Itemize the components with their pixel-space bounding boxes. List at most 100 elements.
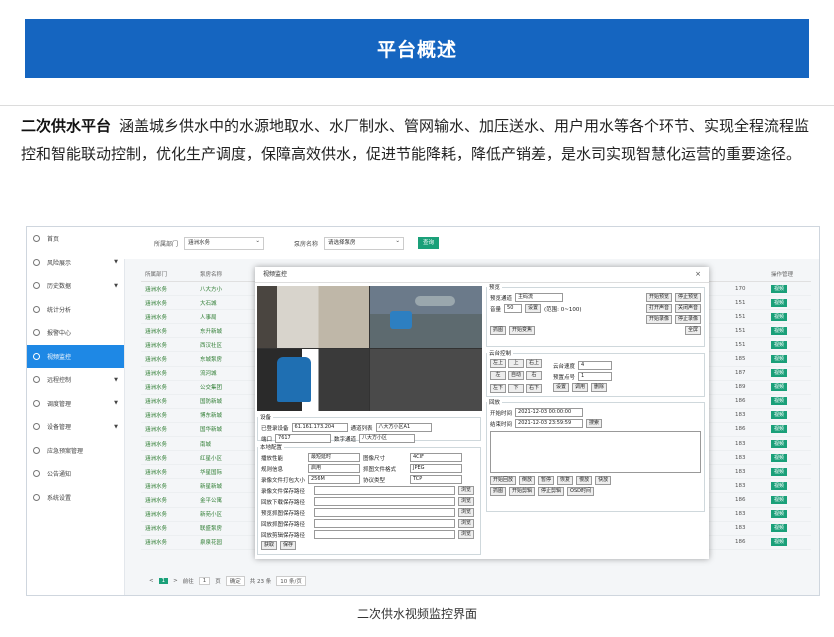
config-select[interactable]: 最短延时 — [308, 453, 360, 462]
search-button[interactable]: 搜索 — [586, 419, 603, 428]
digital-channel-select[interactable]: 八大方小区 — [359, 434, 416, 443]
browse-button[interactable]: 浏览 — [458, 530, 475, 539]
preset-input[interactable]: 1 — [578, 372, 613, 381]
end-time-input[interactable]: 2021-12-03 23:59:59 — [515, 419, 584, 428]
sidebar-item[interactable]: 远程控制 ▼ — [27, 368, 124, 392]
preset-set-button[interactable]: 设置 — [553, 383, 570, 392]
reverse-button[interactable]: 倒放 — [519, 476, 536, 485]
video-button[interactable]: 视频 — [771, 355, 788, 364]
pager-prev[interactable]: < — [149, 578, 154, 584]
pager-next[interactable]: > — [173, 578, 178, 584]
sidebar-item[interactable]: 公告通知 — [27, 462, 124, 486]
stop-preview-button[interactable]: 停止预览 — [674, 293, 701, 302]
start-clip-button[interactable]: 开始剪辑 — [509, 487, 536, 496]
resume-button[interactable]: 恢复 — [557, 476, 574, 485]
slow-button[interactable]: 慢放 — [576, 476, 593, 485]
playback-capture-button[interactable]: 抓图 — [490, 487, 507, 496]
query-button[interactable]: 查询 — [418, 237, 440, 249]
ptz-button[interactable]: 左下 — [490, 383, 506, 393]
config-select[interactable]: 启用 — [308, 464, 360, 473]
ptz-button[interactable]: 右上 — [526, 359, 542, 368]
video-button[interactable]: 视频 — [771, 495, 788, 504]
video-pane-2[interactable] — [370, 286, 482, 348]
browse-button[interactable]: 浏览 — [458, 497, 475, 506]
video-pane-4[interactable] — [370, 349, 482, 411]
stop-clip-button[interactable]: 停止剪辑 — [538, 487, 565, 496]
video-button[interactable]: 视频 — [771, 481, 788, 490]
close-icon[interactable]: × — [695, 270, 701, 278]
sidebar-item[interactable]: 调度管理 ▼ — [27, 392, 124, 416]
ptz-button[interactable]: 右 — [526, 371, 542, 381]
browse-button[interactable]: 浏览 — [458, 519, 475, 528]
ptz-speed-select[interactable]: 4 — [578, 361, 613, 370]
video-button[interactable]: 视频 — [771, 397, 788, 406]
start-record-button[interactable]: 开始录像 — [645, 315, 672, 324]
video-button[interactable]: 视频 — [771, 411, 788, 420]
browse-button[interactable]: 浏览 — [458, 508, 475, 517]
config-select[interactable]: 4CIF — [410, 453, 462, 462]
filter-pump-select[interactable]: 请选择泵房 — [324, 236, 405, 250]
zoom-button[interactable]: 开始变焦 — [509, 326, 536, 335]
volume-input[interactable]: 50 — [504, 304, 523, 313]
video-button[interactable]: 视频 — [771, 439, 788, 448]
sidebar-item[interactable]: 应急预案管理 — [27, 439, 124, 463]
device-ip-select[interactable]: 61.161.173.204 — [291, 423, 348, 432]
filter-dept-select[interactable]: 涵洲水务 — [184, 236, 265, 250]
preset-delete-button[interactable]: 删除 — [591, 383, 608, 392]
video-button[interactable]: 视频 — [771, 326, 788, 335]
open-sound-button[interactable]: 打开声音 — [645, 304, 672, 313]
video-button[interactable]: 视频 — [771, 383, 788, 392]
playback-list[interactable] — [490, 431, 701, 473]
video-button[interactable]: 视频 — [771, 369, 788, 378]
sidebar-item[interactable]: 风险展示 ▼ — [27, 251, 124, 275]
video-button[interactable]: 视频 — [771, 510, 788, 519]
pager-confirm[interactable]: 确定 — [225, 576, 245, 586]
capture-button[interactable]: 抓图 — [490, 326, 507, 335]
sidebar-item[interactable]: 统计分析 — [27, 298, 124, 322]
path-input[interactable] — [314, 486, 455, 495]
video-button[interactable]: 视频 — [771, 340, 788, 349]
video-button[interactable]: 视频 — [771, 425, 788, 434]
config-select[interactable]: TCP — [410, 475, 462, 484]
video-button[interactable]: 视频 — [771, 312, 788, 321]
preset-call-button[interactable]: 调用 — [572, 383, 589, 392]
sidebar-item[interactable]: 首页 — [27, 227, 124, 251]
sidebar-item[interactable]: 视频监控 — [27, 344, 124, 368]
ptz-button[interactable]: 下 — [508, 383, 524, 393]
video-button[interactable]: 视频 — [771, 453, 788, 462]
osd-time-button[interactable]: OSD时间 — [567, 487, 595, 496]
config-select[interactable]: 256M — [308, 475, 360, 484]
channel-select[interactable]: 八大方小区A1 — [375, 423, 432, 432]
stream-select[interactable]: 主码流 — [515, 293, 564, 302]
path-input[interactable] — [314, 530, 455, 539]
pager-size[interactable]: 10 条/页 — [276, 576, 306, 586]
config-select[interactable]: JPEG — [410, 464, 462, 473]
port-select[interactable]: 7617 — [275, 434, 332, 443]
path-input[interactable] — [314, 497, 455, 506]
video-button[interactable]: 视频 — [771, 298, 788, 307]
fast-button[interactable]: 快放 — [595, 476, 612, 485]
video-pane-1[interactable] — [257, 286, 369, 348]
start-time-input[interactable]: 2021-12-03 00:00:00 — [515, 408, 584, 417]
stop-record-button[interactable]: 停止录像 — [674, 315, 701, 324]
path-input[interactable] — [314, 508, 455, 517]
pager-input[interactable]: 1 — [198, 577, 211, 585]
video-button[interactable]: 视频 — [771, 538, 788, 547]
video-button[interactable]: 视频 — [771, 524, 788, 533]
save-config-button[interactable]: 保存 — [280, 541, 297, 550]
sidebar-item[interactable]: 历史数据 ▼ — [27, 274, 124, 298]
get-config-button[interactable]: 获取 — [261, 541, 278, 550]
start-playback-button[interactable]: 开始回放 — [490, 476, 517, 485]
sidebar-item[interactable]: 系统设置 — [27, 486, 124, 510]
video-button[interactable]: 视频 — [771, 467, 788, 476]
ptz-button[interactable]: 上 — [508, 359, 524, 368]
ptz-button[interactable]: 左上 — [490, 359, 506, 368]
ptz-button[interactable]: 自动 — [508, 371, 524, 381]
fullscreen-button[interactable]: 全屏 — [684, 326, 701, 335]
start-preview-button[interactable]: 开始预览 — [645, 293, 672, 302]
path-input[interactable] — [314, 519, 455, 528]
browse-button[interactable]: 浏览 — [458, 486, 475, 495]
ptz-button[interactable]: 左 — [490, 371, 506, 381]
video-button[interactable]: 视频 — [771, 284, 788, 293]
video-pane-3[interactable] — [257, 349, 369, 411]
